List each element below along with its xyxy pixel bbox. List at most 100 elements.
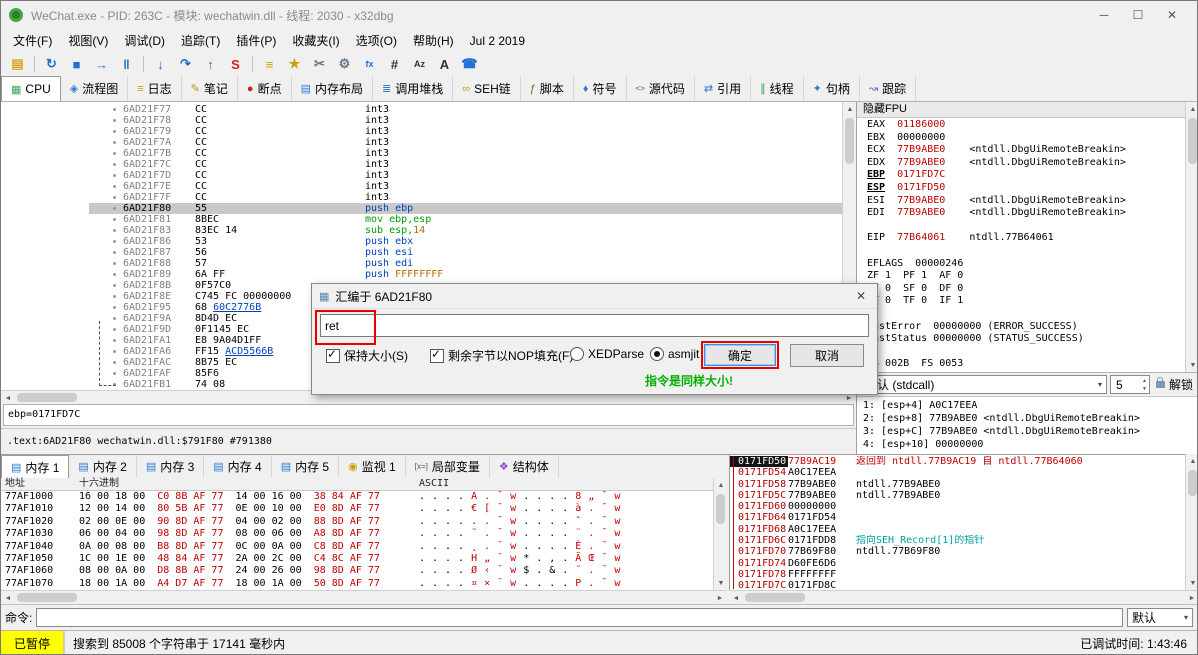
memory-row[interactable]: 77AF100016 00 18 00C0 8B AF 7714 00 16 0…	[1, 491, 713, 503]
tab-symbols[interactable]: ♦符号	[574, 76, 627, 101]
disasm-row[interactable]: 6AD21F77CCint3	[1, 104, 842, 115]
scroll-left-arrow[interactable]: ◄	[1, 591, 15, 605]
tab-watch-1[interactable]: ◉监视 1	[339, 455, 406, 478]
favourites-button[interactable]: ★	[283, 54, 306, 74]
register-row[interactable]	[867, 308, 1185, 321]
memory-row[interactable]: 77AF10400A 00 08 00B8 8D AF 770C 00 0A 0…	[1, 541, 713, 553]
stack-vscrollbar[interactable]: ▲ ▼	[1185, 454, 1198, 590]
scroll-track[interactable]	[1186, 468, 1198, 576]
menu-item[interactable]: 追踪(T)	[173, 29, 228, 52]
hide-fpu-button[interactable]: 隐藏FPU	[856, 102, 1185, 118]
scroll-thumb[interactable]	[745, 593, 805, 602]
tab-trace[interactable]: ↝跟踪	[860, 76, 916, 101]
register-row[interactable]	[867, 220, 1185, 233]
find-strings-button[interactable]: A	[433, 54, 456, 74]
command-profile-select[interactable]: 默认 ▾	[1127, 608, 1193, 627]
tab-dump-4[interactable]: ▤内存 4	[204, 455, 271, 478]
stop-trace-button[interactable]: S	[224, 54, 247, 74]
scroll-up-arrow[interactable]: ▲	[843, 102, 857, 116]
xedparse-radio[interactable]: XEDParse	[570, 347, 644, 361]
register-row[interactable]	[867, 346, 1185, 359]
attach-button[interactable]: ☎	[458, 54, 481, 74]
scroll-up-arrow[interactable]: ▲	[1186, 102, 1198, 116]
tab-references[interactable]: ⇄引用	[695, 76, 751, 101]
scroll-thumb[interactable]	[845, 118, 854, 164]
registers-vscrollbar[interactable]: ▲ ▼	[1185, 102, 1198, 372]
tab-notes[interactable]: ✎笔记	[182, 76, 238, 101]
tab-seh[interactable]: ∞SEH链	[453, 76, 521, 101]
stack-row[interactable]: 0171FD74D60FE6D6	[730, 558, 1185, 569]
tab-log[interactable]: ≡日志	[128, 76, 181, 101]
register-row[interactable]: EAX 01186000	[867, 119, 1185, 132]
open-file-button[interactable]: ▤	[6, 54, 29, 74]
stack-row[interactable]: 0171FD5077B9AC19返回到 ntdll.77B9AC19 自 ntd…	[730, 456, 1185, 467]
stack-row[interactable]: 0171FD5877B9ABE0ntdll.77B9ABE0	[730, 479, 1185, 490]
register-row[interactable]: ECX 77B9ABE0 <ntdll.DbgUiRemoteBreakin>	[867, 144, 1185, 157]
scroll-thumb[interactable]	[716, 494, 725, 524]
register-row[interactable]: OF 0 SF 0 DF 0	[867, 283, 1185, 296]
register-row[interactable]: ESI 77B9ABE0 <ntdll.DbgUiRemoteBreakin>	[867, 195, 1185, 208]
tab-call-stack[interactable]: ≣调用堆栈	[373, 76, 453, 101]
register-row[interactable]: LastError 00000000 (ERROR_SUCCESS)	[867, 321, 1185, 334]
memory-hscrollbar[interactable]: ◄ ►	[1, 590, 727, 604]
tab-struct[interactable]: ❖结构体	[490, 455, 559, 478]
minimize-button[interactable]: ─	[1087, 3, 1121, 27]
ok-button[interactable]: 确定	[704, 344, 776, 366]
disasm-row[interactable]: 6AD21F7FCCint3	[1, 192, 842, 203]
disasm-row[interactable]: 6AD21F8653push ebx	[1, 236, 842, 247]
run-button[interactable]: →	[90, 54, 113, 74]
scroll-track[interactable]	[15, 591, 713, 604]
step-over-button[interactable]: ↷	[174, 54, 197, 74]
log-button[interactable]: ≡	[258, 54, 281, 74]
scroll-down-arrow[interactable]: ▼	[714, 576, 728, 590]
stack-row[interactable]: 0171FD5C77B9ABE0ntdll.77B9ABE0	[730, 490, 1185, 501]
register-row[interactable]: CF 0 TF 0 IF 1	[867, 295, 1185, 308]
calculator-button[interactable]: #	[383, 54, 406, 74]
tab-cpu[interactable]: ▦CPU	[1, 76, 61, 101]
tab-graph[interactable]: ◈流程图	[61, 76, 128, 101]
close-button[interactable]: ✕	[1155, 3, 1189, 27]
stop-button[interactable]: ■	[65, 54, 88, 74]
stack-row[interactable]: 0171FD6C0171FDD8指向SEH_Record[1]的指针	[730, 535, 1185, 546]
dialog-close-button[interactable]: ✕	[852, 289, 870, 303]
tab-dump-5[interactable]: ▤内存 5	[272, 455, 339, 478]
stack-row[interactable]: 0171FD78FFFFFFFF	[730, 569, 1185, 580]
disasm-row[interactable]: 6AD21F7DCCint3	[1, 170, 842, 181]
memory-row[interactable]: 77AF106008 00 0A 00D8 8B AF 7724 00 26 0…	[1, 565, 713, 577]
menu-item[interactable]: 文件(F)	[5, 29, 60, 52]
register-row[interactable]: EFLAGS 00000246	[867, 258, 1185, 271]
cut-button[interactable]: ✂	[308, 54, 331, 74]
memory-row[interactable]: 77AF101012 00 14 0080 5B AF 770E 00 10 0…	[1, 503, 713, 515]
stack-row[interactable]: 0171FD6000000000	[730, 501, 1185, 512]
menu-item[interactable]: 插件(P)	[228, 29, 284, 52]
memory-row[interactable]: 77AF103006 00 04 0098 8D AF 7708 00 06 0…	[1, 528, 713, 540]
tab-script[interactable]: ƒ脚本	[521, 76, 574, 101]
tab-memory-map[interactable]: ▤内存布局	[292, 76, 373, 101]
unlock-toggle[interactable]: 解锁	[1153, 376, 1196, 393]
disasm-row[interactable]: 6AD21F8055push ebp	[1, 203, 842, 214]
tab-source[interactable]: <>源代码	[627, 76, 695, 101]
disasm-row[interactable]: 6AD21F896A FFpush FFFFFFFF	[1, 269, 842, 280]
scroll-track[interactable]	[714, 492, 727, 576]
disasm-row[interactable]: 6AD21F79CCint3	[1, 126, 842, 137]
assemble-instruction-input[interactable]	[320, 314, 869, 337]
assemble-az-button[interactable]: Az	[408, 54, 431, 74]
disasm-row[interactable]: 6AD21F7CCCint3	[1, 159, 842, 170]
stack-row[interactable]: 0171FD54A0C17EEA	[730, 467, 1185, 478]
stack-row[interactable]: 0171FD640171FD54	[730, 512, 1185, 523]
disasm-row[interactable]: 6AD21F7ECCint3	[1, 181, 842, 192]
scroll-left-arrow[interactable]: ◄	[729, 591, 743, 605]
register-row[interactable]: GS 002B FS 0053	[867, 358, 1185, 371]
register-row[interactable]: ZF 1 PF 1 AF 0	[867, 270, 1185, 283]
scroll-thumb[interactable]	[1188, 470, 1197, 496]
scroll-right-arrow[interactable]: ►	[1185, 591, 1198, 605]
calling-convention-select[interactable]: 默认 (stdcall) ▾	[860, 375, 1107, 394]
run-to-return-button[interactable]: ↑	[199, 54, 222, 74]
menu-item[interactable]: Jul 2 2019	[462, 31, 533, 51]
column-header-ascii[interactable]: ASCII	[419, 478, 449, 490]
scroll-up-arrow[interactable]: ▲	[1186, 454, 1198, 468]
column-header-hex[interactable]: 十六进制	[79, 478, 119, 490]
disasm-row[interactable]: 6AD21F78CCint3	[1, 115, 842, 126]
register-row[interactable]: ESP 0171FD50	[867, 182, 1185, 195]
tab-dump-1[interactable]: ▤内存 1	[1, 455, 69, 478]
